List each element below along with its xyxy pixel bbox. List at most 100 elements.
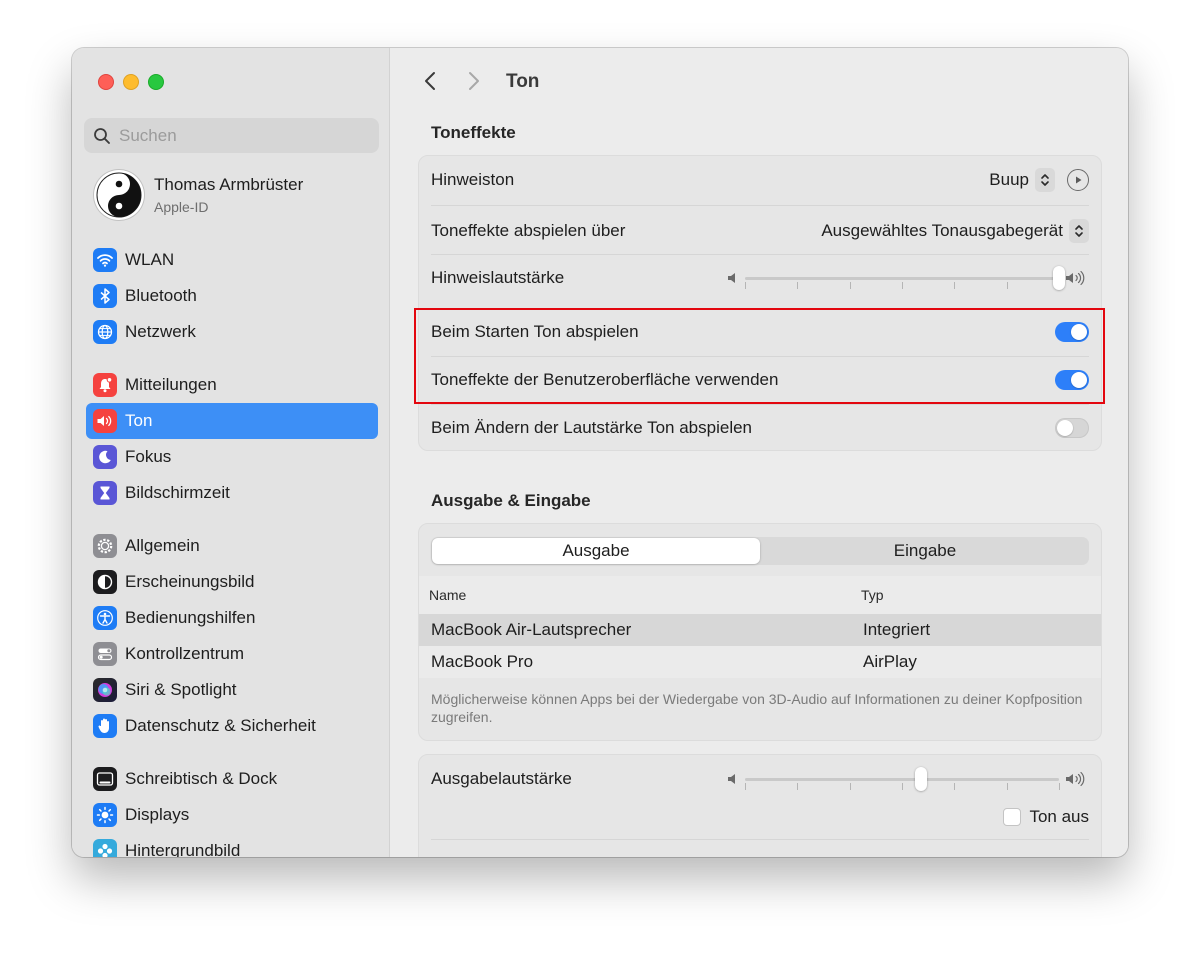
- bluetooth-icon: [93, 284, 117, 308]
- sidebar-item-label: Displays: [125, 805, 190, 824]
- siri-icon: [93, 678, 117, 702]
- mute-checkbox[interactable]: [1003, 808, 1022, 826]
- hinweiston-row: Hinweiston Buup: [431, 166, 1089, 194]
- bell-icon: [93, 373, 117, 397]
- traffic-lights: [98, 74, 164, 90]
- slider-tick: [849, 282, 851, 289]
- device-type: AirPlay: [863, 652, 917, 671]
- sidebar-item-bedienungshilfen[interactable]: Bedienungshilfen: [86, 600, 378, 636]
- sidebar-item-bluetooth[interactable]: Bluetooth: [86, 278, 378, 314]
- hinweislautstaerke-row: Hinweislautstärke: [431, 264, 1089, 292]
- chevron-right-icon: [469, 72, 479, 90]
- globe-icon: [93, 320, 117, 344]
- sidebar-item-datenschutz-sicherheit[interactable]: Datenschutz & Sicherheit: [86, 708, 378, 744]
- apple-id-account[interactable]: Thomas Armbrüster Apple-ID: [94, 170, 303, 220]
- mute-label: Ton aus: [1029, 807, 1089, 826]
- sidebar-item-schreibtisch-dock[interactable]: Schreibtisch & Dock: [86, 761, 378, 797]
- sidebar-item-label: Schreibtisch & Dock: [125, 769, 278, 788]
- ui-effekte-label: Toneffekte der Benutzeroberfläche verwen…: [431, 370, 779, 389]
- lautstaerke-aendern-toggle[interactable]: [1055, 418, 1089, 438]
- slider-knob[interactable]: [1053, 266, 1065, 290]
- page-title: Ton: [506, 71, 540, 92]
- play-icon: [1076, 176, 1082, 184]
- search-input[interactable]: [119, 125, 359, 146]
- search-field[interactable]: [84, 118, 379, 153]
- hinweislautstaerke-label: Hinweislautstärke: [431, 268, 565, 287]
- device-name: MacBook Air-Lautsprecher: [431, 620, 632, 639]
- sidebar-item-label: Kontrollzentrum: [125, 644, 245, 663]
- minimize-window-button[interactable]: [123, 74, 139, 90]
- sidebar-item-label: WLAN: [125, 250, 175, 269]
- sun-icon: [93, 803, 117, 827]
- sidebar-item-fokus[interactable]: Fokus: [86, 439, 378, 475]
- slider-tick: [902, 783, 903, 790]
- beim-starten-toggle[interactable]: [1055, 322, 1089, 342]
- gear-icon: [93, 534, 117, 558]
- sidebar-item-mitteilungen[interactable]: Mitteilungen: [86, 367, 378, 403]
- ui-effekte-row: Toneffekte der Benutzeroberfläche verwen…: [431, 366, 1089, 394]
- sidebar-item-displays[interactable]: Displays: [86, 797, 378, 833]
- dock-icon: [93, 767, 117, 791]
- sidebar-item-allgemein[interactable]: Allgemein: [86, 528, 378, 564]
- volume-low-icon: [728, 774, 735, 784]
- close-window-button[interactable]: [98, 74, 114, 90]
- accessibility-icon: [93, 606, 117, 630]
- volume-high-icon: [1066, 270, 1085, 286]
- slider-tick: [902, 282, 903, 289]
- updown-chevron-icon: [1035, 168, 1055, 192]
- slider-tick: [1059, 783, 1060, 790]
- abspielen-ueber-label: Toneffekte abspielen über: [431, 221, 626, 240]
- device-type: Integriert: [863, 620, 931, 639]
- back-button[interactable]: [419, 70, 441, 92]
- hinweiston-popup[interactable]: Buup: [989, 168, 1055, 192]
- slider-tick: [954, 783, 956, 790]
- sidebar-item-label: Ton: [125, 411, 153, 430]
- column-header-name[interactable]: Name: [429, 587, 466, 603]
- hinweiston-value: Buup: [989, 170, 1029, 189]
- table-row[interactable]: MacBook Pro AirPlay: [419, 646, 1101, 678]
- volume-high-icon: [1066, 771, 1085, 787]
- section-title-ausgabe-eingabe: Ausgabe & Eingabe: [431, 491, 591, 510]
- slider-tick: [1006, 282, 1008, 289]
- abspielen-ueber-value: Ausgewähltes Tonausgabegerät: [821, 221, 1063, 240]
- sidebar-item-ton[interactable]: Ton: [86, 403, 378, 439]
- avatar: [94, 170, 144, 220]
- moon-icon: [93, 445, 117, 469]
- sidebar-item-kontrollzentrum[interactable]: Kontrollzentrum: [86, 636, 378, 672]
- ausgabelautstaerke-slider[interactable]: [727, 767, 1089, 791]
- lautstaerke-aendern-row: Beim Ändern der Lautstärke Ton abspielen: [431, 414, 1089, 442]
- output-input-segmented-control: Ausgabe Eingabe: [431, 537, 1089, 565]
- sidebar-item-siri-spotlight[interactable]: Siri & Spotlight: [86, 672, 378, 708]
- forward-button[interactable]: [463, 70, 485, 92]
- main-content: Ton Toneffekte Hinweiston Buup Toneffekt…: [391, 48, 1128, 857]
- sidebar-item-netzwerk[interactable]: Netzwerk: [86, 314, 378, 350]
- abspielen-ueber-popup[interactable]: Ausgewähltes Tonausgabegerät: [821, 219, 1089, 243]
- sidebar-item-label: Bedienungshilfen: [125, 608, 256, 627]
- slider-tick: [849, 783, 851, 790]
- ui-effekte-toggle[interactable]: [1055, 370, 1089, 390]
- ausgabe-eingabe-group: Ausgabe Eingabe Name Typ MacBook Air-Lau…: [418, 523, 1102, 741]
- zoom-window-button[interactable]: [148, 74, 164, 90]
- hourglass-icon: [93, 481, 117, 505]
- account-subtitle: Apple-ID: [154, 199, 209, 215]
- account-name: Thomas Armbrüster: [154, 175, 304, 194]
- wifi-icon: [93, 248, 117, 272]
- sidebar-item-hintergrundbild[interactable]: Hintergrundbild: [86, 833, 378, 857]
- section-title-toneffekte: Toneffekte: [431, 123, 516, 142]
- updown-chevron-icon: [1069, 219, 1089, 243]
- sidebar-item-erscheinungsbild[interactable]: Erscheinungsbild: [86, 564, 378, 600]
- play-sound-button[interactable]: [1067, 169, 1089, 191]
- tab-eingabe[interactable]: Eingabe: [761, 537, 1089, 565]
- chevron-left-icon: [425, 72, 435, 90]
- slider-knob[interactable]: [914, 767, 927, 791]
- sidebar-item-wlan[interactable]: WLAN: [86, 242, 378, 278]
- ausgabelautstaerke-row: Ausgabelautstärke: [431, 765, 1089, 793]
- hinweislautstaerke-slider[interactable]: [727, 266, 1089, 290]
- beim-starten-row: Beim Starten Ton abspielen: [431, 318, 1089, 346]
- table-row[interactable]: MacBook Air-Lautsprecher Integriert: [419, 614, 1101, 646]
- sidebar-item-bildschirmzeit[interactable]: Bildschirmzeit: [86, 475, 378, 511]
- beim-starten-label: Beim Starten Ton abspielen: [431, 322, 639, 341]
- hand-icon: [93, 714, 117, 738]
- tab-ausgabe[interactable]: Ausgabe: [432, 538, 760, 564]
- column-header-typ[interactable]: Typ: [861, 587, 884, 603]
